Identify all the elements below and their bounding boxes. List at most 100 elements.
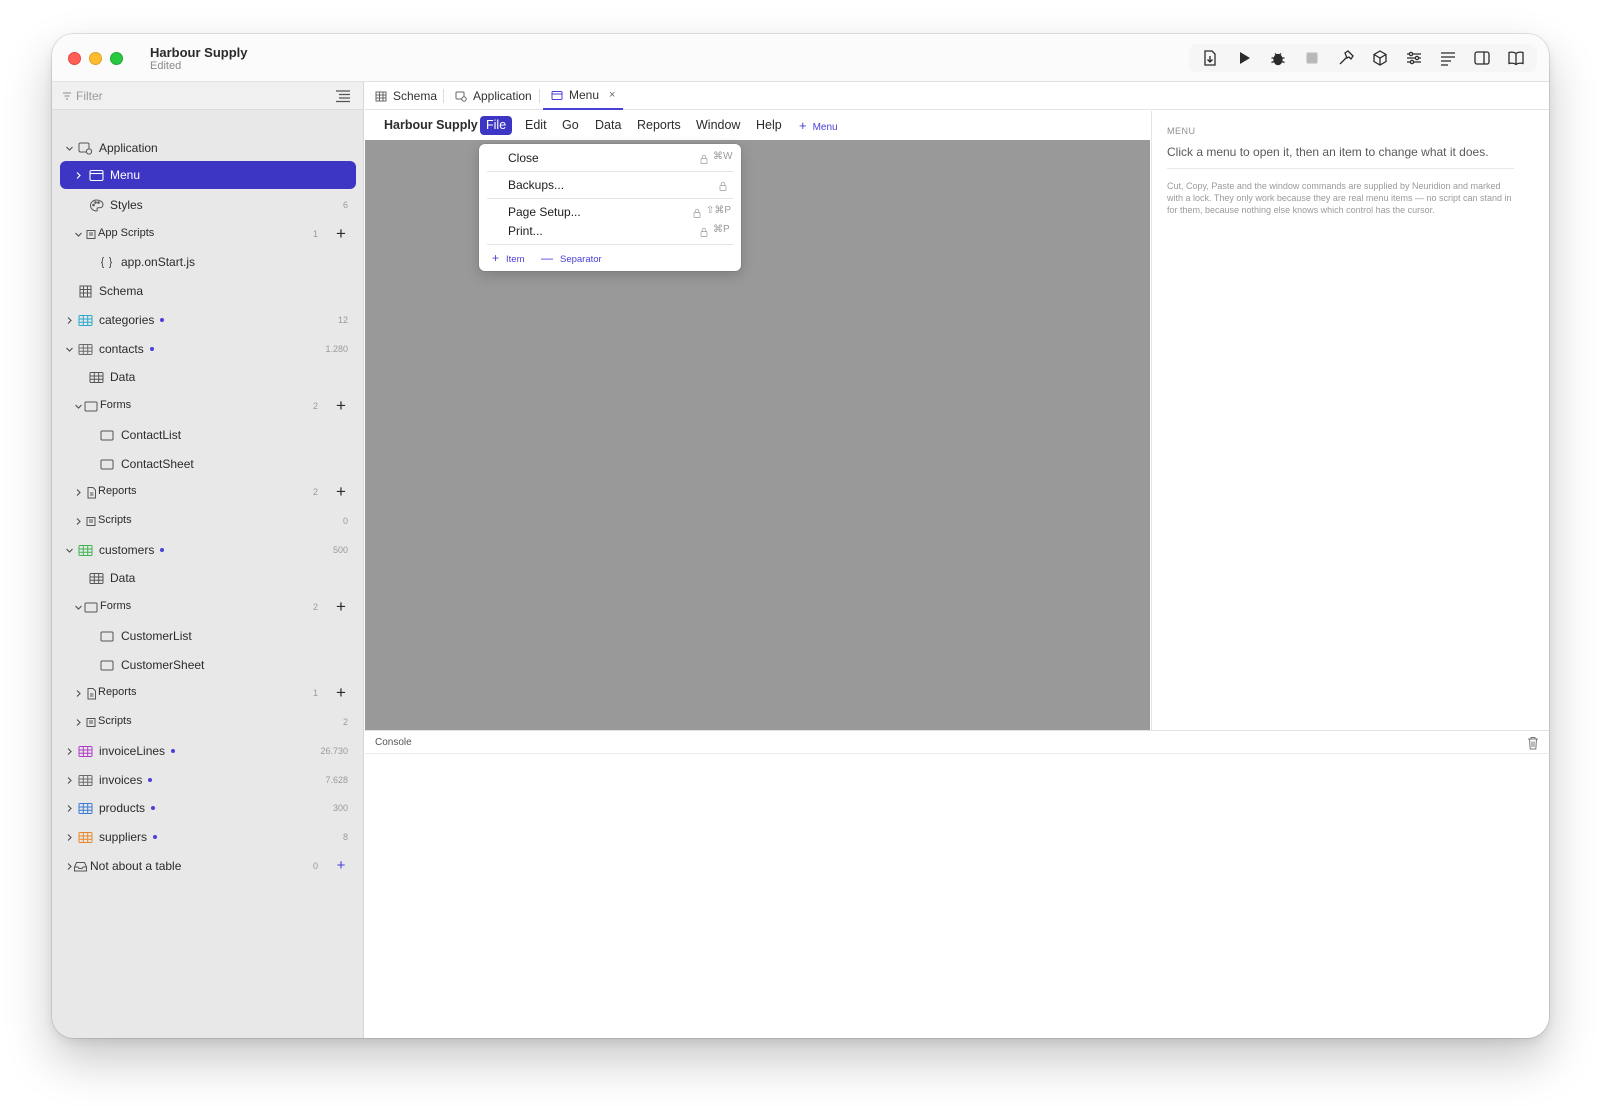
- close-tab-icon[interactable]: ×: [609, 89, 615, 101]
- sidebar-item-table-products[interactable]: products 300: [60, 794, 356, 821]
- sidebar-item-table-suppliers[interactable]: suppliers 8: [60, 823, 356, 850]
- package-button[interactable]: [1363, 44, 1397, 72]
- toolbar: [1189, 44, 1537, 72]
- toggle-inspector-button[interactable]: [1465, 44, 1499, 72]
- sidebar-item-styles[interactable]: Styles 6: [60, 191, 356, 218]
- sidebar-item-schema[interactable]: Schema: [60, 277, 356, 304]
- documentation-button[interactable]: [1499, 44, 1533, 72]
- inspector-divider: [1167, 168, 1514, 169]
- sidebar-item-form-customersheet[interactable]: CustomerSheet: [60, 651, 356, 678]
- sidebar-item-app-onstart-script[interactable]: app.onStart.js: [60, 248, 356, 275]
- sidebar-item-table-customers[interactable]: customers 500: [60, 536, 356, 563]
- menu-item-shortcut: ⌘W: [713, 151, 733, 162]
- stop-button[interactable]: [1295, 44, 1329, 72]
- chevron-down-icon[interactable]: [64, 545, 74, 555]
- chevron-right-icon[interactable]: [64, 775, 74, 785]
- sidebar-item-menu[interactable]: Menu: [60, 161, 356, 189]
- menu-data[interactable]: Data: [589, 116, 627, 135]
- menu-window[interactable]: Window: [690, 116, 746, 135]
- sidebar-item-table-invoicelines[interactable]: invoiceLines 26.730: [60, 737, 356, 764]
- chevron-right-icon[interactable]: [73, 516, 83, 526]
- menu-item-close[interactable]: Close ⌘W: [479, 148, 741, 168]
- modified-dot: [160, 317, 165, 322]
- add-separator-button[interactable]: — Separator: [541, 251, 602, 265]
- sidebar-item-app-scripts[interactable]: App Scripts 1 +: [60, 220, 356, 247]
- menu-file[interactable]: File: [480, 116, 513, 135]
- menu-reports[interactable]: Reports: [631, 116, 687, 135]
- add-menu-button[interactable]: + Menu: [799, 116, 838, 135]
- sidebar-item-label: app.onStart.js: [121, 255, 195, 269]
- menu-item-backups[interactable]: Backups...: [479, 175, 741, 195]
- sidebar-item-contacts-forms[interactable]: Forms 2 +: [60, 392, 356, 419]
- export-button[interactable]: [1193, 44, 1227, 72]
- tab-schema[interactable]: Schema: [367, 82, 445, 110]
- menu-edit[interactable]: Edit: [519, 116, 553, 135]
- add-item-button[interactable]: + Item: [492, 251, 525, 265]
- chevron-down-icon[interactable]: [64, 344, 74, 354]
- text-align-icon: [1441, 52, 1455, 66]
- sidebar-item-contacts-reports[interactable]: Reports 2 +: [60, 478, 356, 505]
- window-title: Harbour Supply: [150, 45, 248, 60]
- item-text: Scripts: [98, 514, 132, 526]
- sidebar-item-application[interactable]: Application: [60, 134, 356, 161]
- item-text: Schema: [99, 284, 144, 298]
- window-close-button[interactable]: [68, 52, 81, 65]
- chevron-right-icon[interactable]: [73, 688, 83, 698]
- plus-icon[interactable]: +: [334, 858, 348, 873]
- plus-icon[interactable]: +: [334, 225, 348, 242]
- list-options-icon[interactable]: [335, 89, 351, 103]
- script-icon: [83, 514, 99, 528]
- inspector-panel: MENU Click a menu to open it, then an it…: [1151, 111, 1549, 730]
- menu-item-page-setup[interactable]: Page Setup... ⇧⌘P: [479, 202, 741, 222]
- build-button[interactable]: [1329, 44, 1363, 72]
- chevron-down-icon[interactable]: [73, 602, 83, 612]
- sidebar-item-contacts-data[interactable]: Data: [60, 363, 356, 390]
- sidebar-item-not-about-a-table[interactable]: Not about a table 0 +: [60, 852, 356, 879]
- trash-icon[interactable]: [1527, 736, 1539, 750]
- sidebar-item-label: contacts: [99, 342, 154, 356]
- sidebar-item-table-contacts[interactable]: contacts 1.280: [60, 335, 356, 362]
- plus-icon[interactable]: +: [334, 684, 348, 701]
- sidebar-item-form-customerlist[interactable]: CustomerList: [60, 622, 356, 649]
- chevron-right-icon[interactable]: [64, 832, 74, 842]
- plus-icon[interactable]: +: [334, 598, 348, 615]
- chevron-right-icon[interactable]: [73, 170, 83, 180]
- window-zoom-button[interactable]: [110, 52, 123, 65]
- debug-button[interactable]: [1261, 44, 1295, 72]
- filter-input[interactable]: [76, 87, 316, 105]
- chevron-right-icon[interactable]: [73, 487, 83, 497]
- chevron-right-icon[interactable]: [73, 717, 83, 727]
- sidebar-item-customers-data[interactable]: Data: [60, 564, 356, 591]
- chevron-down-icon[interactable]: [64, 143, 74, 153]
- tab-menu[interactable]: Menu ×: [543, 82, 624, 110]
- sidebar-item-form-contactlist[interactable]: ContactList: [60, 421, 356, 448]
- app-menu[interactable]: Harbour Supply: [378, 116, 484, 135]
- sidebar-item-table-categories[interactable]: categories 12: [60, 306, 356, 333]
- chevron-right-icon[interactable]: [64, 746, 74, 756]
- tab-application[interactable]: Application: [447, 82, 540, 110]
- sidebar-item-customers-scripts[interactable]: Scripts 2: [60, 708, 356, 735]
- settings-button[interactable]: [1397, 44, 1431, 72]
- tab-bar: Schema Application Menu ×: [365, 82, 1549, 110]
- chevron-down-icon[interactable]: [73, 229, 83, 239]
- plus-icon[interactable]: +: [334, 397, 348, 414]
- plus-icon[interactable]: +: [334, 483, 348, 500]
- sidebar-item-table-invoices[interactable]: invoices 7.628: [60, 766, 356, 793]
- sidebar-item-customers-forms[interactable]: Forms 2 +: [60, 593, 356, 620]
- text-format-button[interactable]: [1431, 44, 1465, 72]
- menu-go[interactable]: Go: [556, 116, 585, 135]
- chevron-right-icon[interactable]: [64, 803, 74, 813]
- menu-item-print[interactable]: Print... ⌘P: [479, 221, 741, 241]
- chevron-down-icon[interactable]: [73, 401, 83, 411]
- modified-dot: [153, 834, 158, 839]
- sidebar-item-contacts-scripts[interactable]: Scripts 0: [60, 507, 356, 534]
- sidebar-item-form-contactsheet[interactable]: ContactSheet: [60, 450, 356, 477]
- console-output[interactable]: [365, 754, 1549, 1038]
- window-minimize-button[interactable]: [89, 52, 102, 65]
- form-icon: [83, 399, 99, 413]
- lock-icon: [693, 207, 701, 218]
- menu-help[interactable]: Help: [750, 116, 788, 135]
- sidebar-item-customers-reports[interactable]: Reports 1 +: [60, 679, 356, 706]
- run-button[interactable]: [1227, 44, 1261, 72]
- chevron-right-icon[interactable]: [64, 315, 74, 325]
